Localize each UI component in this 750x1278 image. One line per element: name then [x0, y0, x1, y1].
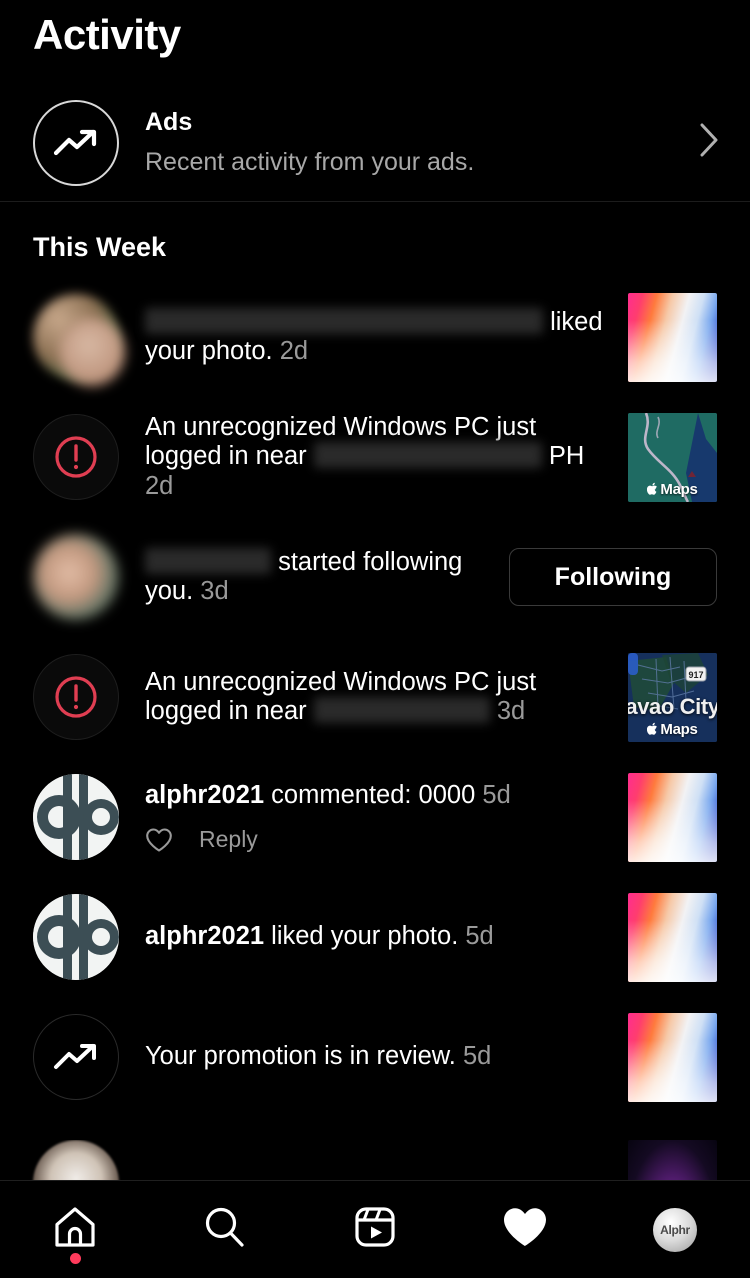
notification-text: An unrecognized Windows PC just logged i… — [145, 668, 612, 726]
profile-avatar-label: Alphr — [660, 1222, 690, 1237]
timestamp: 3d — [496, 697, 526, 725]
map-thumbnail[interactable]: 917 avao City Maps — [628, 652, 717, 742]
list-item[interactable]: alphr2021 liked your photo. 5d — [0, 877, 750, 997]
activity-screen: Activity Ads Recent activity from your a… — [0, 0, 750, 1278]
post-thumbnail[interactable] — [628, 292, 717, 382]
avatar[interactable] — [33, 294, 125, 386]
reply-label[interactable]: Reply — [199, 826, 258, 852]
notification-suffix: Your promotion is in review. — [145, 1042, 456, 1071]
reply-row: Reply — [145, 826, 612, 852]
nav-profile[interactable]: Alphr — [600, 1181, 750, 1278]
nav-activity[interactable] — [450, 1181, 600, 1278]
home-badge-dot — [69, 1253, 81, 1264]
list-item[interactable]: An unrecognized Windows PC just logged i… — [0, 397, 750, 517]
timestamp: 2d — [145, 471, 174, 500]
avatar[interactable] — [33, 894, 119, 980]
svg-text:917: 917 — [688, 670, 703, 680]
ads-title: Ads — [145, 108, 193, 137]
profile-avatar: Alphr — [653, 1207, 697, 1252]
trending-up-icon — [33, 99, 119, 186]
notification-text: liked your photo. 2d — [145, 307, 612, 366]
username[interactable]: alphr2021 — [145, 922, 264, 950]
list-item[interactable]: An unrecognized Windows PC just logged i… — [0, 637, 750, 757]
timestamp: 5d — [465, 922, 494, 951]
notification-suffix: commented: 0000 — [264, 781, 476, 810]
list-item[interactable]: liked your photo. 2d — [0, 277, 750, 397]
following-button[interactable]: Following — [509, 548, 717, 606]
list-item[interactable]: Your promotion is in review. 5d — [0, 997, 750, 1117]
timestamp: 2d — [279, 337, 309, 365]
nav-home[interactable] — [0, 1181, 150, 1278]
username[interactable]: alphr2021 — [145, 781, 264, 809]
maps-label: Maps — [628, 721, 717, 738]
notification-suffix: liked your photo. — [264, 922, 459, 951]
heart-outline-icon[interactable] — [145, 827, 173, 853]
notification-suffix: PH — [541, 442, 585, 471]
timestamp: 3d — [200, 577, 229, 605]
bottom-navigation: Alphr — [0, 1180, 750, 1278]
nav-reels[interactable] — [300, 1181, 450, 1278]
chevron-right-icon[interactable] — [698, 121, 726, 164]
ads-text-block: Ads Recent activity from your ads. — [145, 107, 698, 178]
heart-filled-icon — [501, 1205, 549, 1254]
home-icon — [52, 1204, 98, 1255]
notification-text: Your promotion is in review. 5d — [145, 1042, 612, 1071]
reels-icon — [352, 1204, 398, 1255]
nav-search[interactable] — [150, 1181, 300, 1278]
post-thumbnail[interactable] — [628, 892, 717, 982]
alphr-logo-icon — [33, 894, 119, 980]
search-icon — [202, 1204, 248, 1255]
timestamp: 5d — [462, 1042, 492, 1071]
promotion-icon — [33, 1014, 119, 1100]
post-thumbnail[interactable] — [628, 772, 717, 862]
alert-circle-icon — [33, 414, 119, 500]
maps-label: Maps — [628, 481, 717, 498]
list-item[interactable]: alphr2021 commented: 0000 5d Reply — [0, 757, 750, 877]
redacted-username — [145, 307, 543, 334]
map-thumbnail[interactable]: Maps — [628, 412, 717, 502]
avatar[interactable] — [33, 534, 119, 620]
notification-text: alphr2021 commented: 0000 5d Reply — [145, 781, 612, 852]
redacted-username — [145, 547, 271, 574]
alphr-logo-icon — [33, 774, 119, 860]
post-thumbnail[interactable] — [628, 1012, 717, 1102]
list-item[interactable]: started following you. 3d Following — [0, 517, 750, 637]
notification-text: alphr2021 liked your photo. 5d — [145, 922, 612, 951]
page-title: Activity — [33, 11, 181, 58]
section-title-this-week: This Week — [33, 232, 167, 262]
notification-list: liked your photo. 2d An unrecognized Win… — [0, 277, 750, 1117]
notification-text: An unrecognized Windows PC just logged i… — [145, 413, 612, 500]
ads-section-row[interactable]: Ads Recent activity from your ads. — [0, 84, 750, 202]
redacted-location — [313, 442, 542, 469]
map-city-label: avao City — [628, 693, 717, 719]
timestamp: 5d — [482, 781, 511, 810]
ads-subtitle: Recent activity from your ads. — [145, 147, 475, 176]
redacted-location — [313, 697, 490, 723]
avatar[interactable] — [33, 774, 119, 860]
trending-up-icon — [33, 1014, 119, 1100]
alert-circle-icon — [33, 654, 119, 740]
notification-text: started following you. 3d — [145, 547, 493, 606]
